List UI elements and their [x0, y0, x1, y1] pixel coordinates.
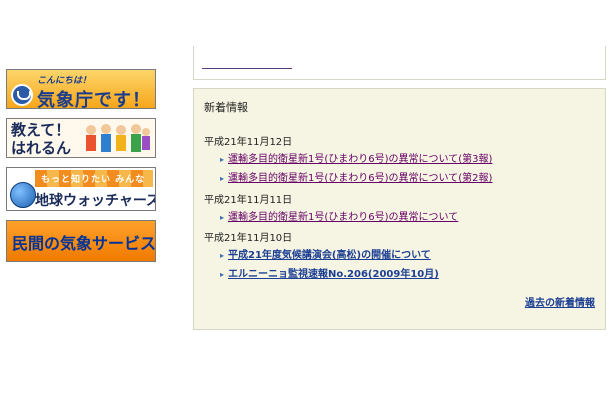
banner-line-2: はれるん — [11, 139, 72, 157]
banner-line-1: 教えて！ — [11, 121, 71, 139]
banner-title: 地球ウォッチャーズ — [35, 193, 156, 209]
bullet-arrow-icon: ▸ — [220, 155, 225, 164]
bullet-arrow-icon: ▸ — [220, 213, 225, 222]
news-item: ▸ 運輸多目的衛星新1号(ひまわり6号)の異常について(第3報) — [220, 150, 492, 165]
news-link[interactable]: 運輸多目的衛星新1号(ひまわり6号)の異常について(第3報) — [228, 154, 492, 165]
cut-off-link[interactable] — [202, 65, 292, 69]
news-panel: 新着情報 平成21年11月12日 ▸ 運輸多目的衛星新1号(ひまわり6号)の異常に… — [193, 88, 606, 330]
banner-oshiete-harerun[interactable]: 教えて！ はれるん — [6, 118, 156, 158]
banner-greeting: こんにちは！ — [37, 76, 92, 86]
jma-logo-icon — [11, 84, 33, 106]
news-item: ▸ 運輸多目的衛星新1号(ひまわり6号)の異常について(第2報) — [220, 169, 492, 184]
banner-title: 民間の気象サービス — [12, 234, 156, 253]
banner-column: こんにちは！ 気象庁です！ 教えて！ はれるん もっと知りたい みんなの空 地球… — [6, 69, 158, 271]
globe-icon — [10, 182, 36, 208]
children-illustration-icon — [86, 124, 150, 152]
news-link[interactable]: 運輸多目的衛星新1号(ひまわり6号)の異常について — [228, 212, 458, 223]
news-date: 平成21年11月11日 — [204, 195, 293, 206]
banner-chikyu-watchers[interactable]: もっと知りたい みんなの空 地球ウォッチャーズ — [6, 167, 156, 211]
bullet-arrow-icon: ▸ — [220, 270, 225, 279]
news-date: 平成21年11月10日 — [204, 233, 293, 244]
news-item: ▸ 平成21年度気候講演会(高松)の開催について — [220, 246, 431, 261]
banner-title: 気象庁です！ — [37, 90, 151, 109]
bullet-arrow-icon: ▸ — [220, 251, 225, 260]
news-link[interactable]: エルニーニョ監視速報No.206(2009年10月) — [228, 269, 439, 280]
banner-strip: もっと知りたい みんなの空 — [35, 170, 153, 198]
banner-minkan-kisho-service[interactable]: 民間の気象サービス — [6, 220, 156, 262]
news-title: 新着情報 — [204, 101, 248, 114]
news-link[interactable]: 運輸多目的衛星新1号(ひまわり6号)の異常について(第2報) — [228, 173, 492, 184]
past-news-link[interactable]: 過去の新着情報 — [525, 294, 595, 309]
upper-panel — [193, 46, 606, 80]
news-link[interactable]: 平成21年度気候講演会(高松)の開催について — [228, 250, 431, 261]
banner-text: 教えて！ はれるん — [11, 121, 71, 157]
news-date: 平成21年11月12日 — [204, 137, 293, 148]
banner-kishocho-desu[interactable]: こんにちは！ 気象庁です！ — [6, 69, 156, 109]
bullet-arrow-icon: ▸ — [220, 174, 225, 183]
news-item: ▸ エルニーニョ監視速報No.206(2009年10月) — [220, 265, 439, 280]
news-item: ▸ 運輸多目的衛星新1号(ひまわり6号)の異常について — [220, 208, 458, 223]
